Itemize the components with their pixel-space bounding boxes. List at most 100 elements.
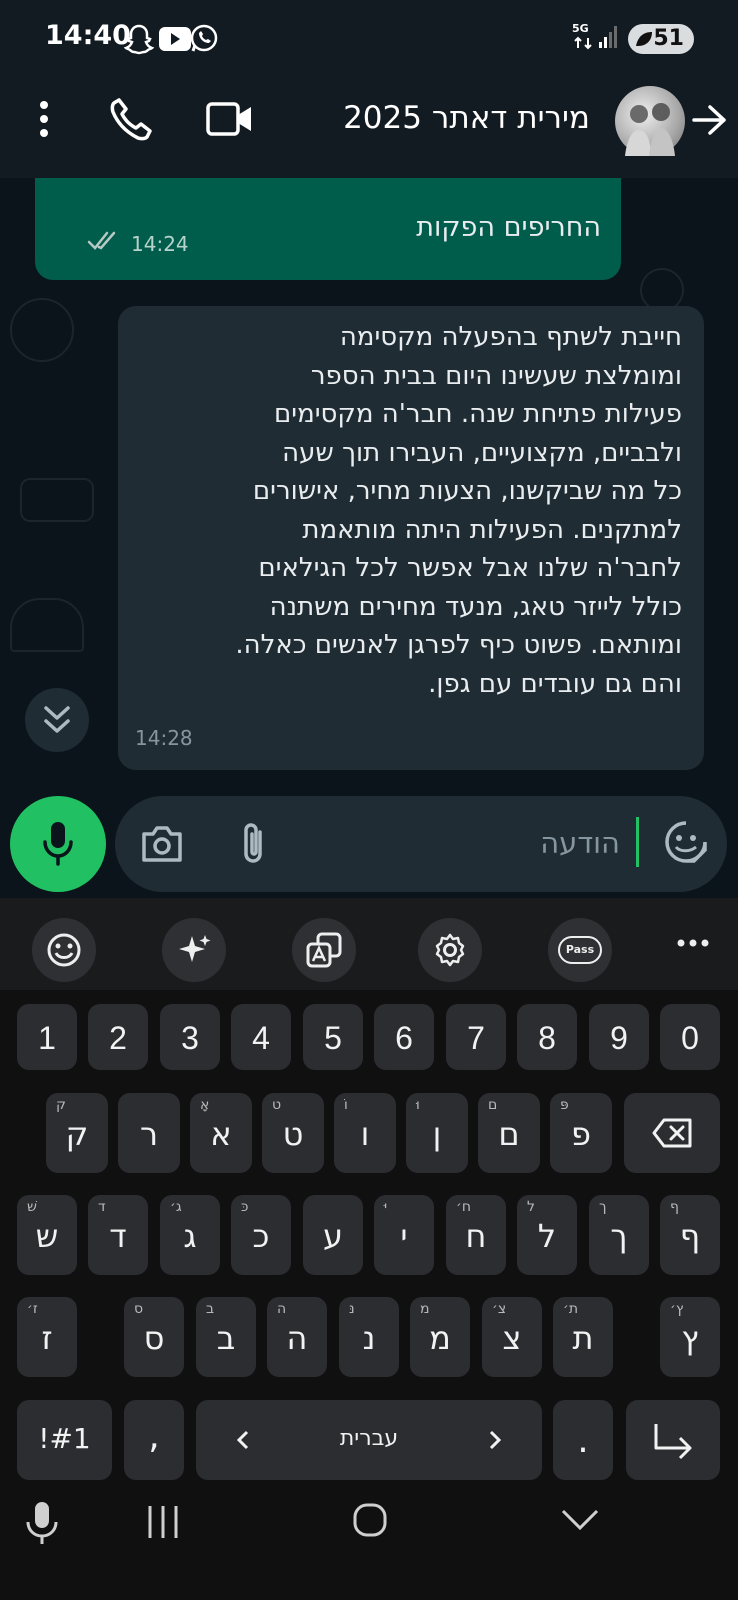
read-receipt-icon — [87, 231, 116, 250]
pass-label: Pass — [558, 936, 602, 964]
voice-call-icon[interactable] — [108, 96, 154, 142]
comma-key[interactable]: , — [124, 1400, 184, 1480]
double-chevron-down-icon — [44, 706, 70, 733]
key-yod[interactable]: יּ י — [374, 1195, 434, 1275]
leaf-icon — [636, 32, 652, 46]
battery-indicator: 51 — [628, 24, 694, 54]
message-line: ומומלצת שעשינו היום בבית הספר — [310, 360, 682, 391]
message-text: חייבת לשתף בהפעלה מקסימה ומומלצת שעשינו … — [122, 318, 682, 703]
translate-icon — [306, 932, 342, 968]
translate-button[interactable] — [292, 918, 356, 982]
scroll-to-bottom-button[interactable] — [25, 688, 89, 752]
key-0[interactable]: 0 — [660, 1004, 720, 1070]
symbols-key[interactable]: !#1 — [17, 1400, 112, 1480]
snapchat-icon — [123, 24, 155, 55]
incoming-message[interactable]: חייבת לשתף בהפעלה מקסימה ומומלצת שעשינו … — [118, 306, 704, 770]
recent-apps-icon[interactable] — [146, 1504, 180, 1540]
enter-icon — [654, 1424, 692, 1460]
key-6[interactable]: 6 — [374, 1004, 434, 1070]
key-final-mem[interactable]: םם — [478, 1093, 540, 1173]
network-5g-label: 5G — [572, 22, 589, 35]
message-line: חייבת לשתף בהפעלה מקסימה — [339, 322, 682, 352]
contact-name[interactable]: מירית דאתר 2025 — [343, 100, 590, 136]
key-nun[interactable]: נּ נ — [339, 1297, 399, 1377]
period-key[interactable]: . — [553, 1400, 613, 1480]
key-alef[interactable]: אָ א — [190, 1093, 252, 1173]
chevron-right-icon — [489, 1430, 502, 1450]
microphone-icon — [43, 822, 73, 866]
message-line: פעילות פתיחת שנה. חבר'ה מקסימים — [274, 399, 682, 429]
key-vav[interactable]: וֹ ו — [334, 1093, 396, 1173]
key-4[interactable]: 4 — [231, 1004, 291, 1070]
message-line: כל מה שביקשנו, הצעות מחיר, אישורים — [252, 476, 682, 506]
voice-input-icon[interactable] — [24, 1500, 60, 1546]
message-text: החריפים הפקות — [416, 212, 601, 243]
message-placeholder: הודעה — [540, 826, 620, 860]
toolbar-more-icon[interactable] — [676, 936, 710, 950]
key-8[interactable]: 8 — [517, 1004, 577, 1070]
enter-key[interactable] — [626, 1400, 720, 1480]
backspace-icon — [652, 1118, 692, 1148]
key-dalet[interactable]: דד — [88, 1195, 148, 1275]
back-arrow-icon[interactable] — [692, 104, 728, 136]
key-1[interactable]: 1 — [17, 1004, 77, 1070]
key-tav[interactable]: ת׳ ת — [553, 1297, 613, 1377]
hide-keyboard-icon[interactable] — [560, 1508, 600, 1532]
key-mem[interactable]: ממ — [410, 1297, 470, 1377]
key-zayin[interactable]: ז׳ ז — [17, 1297, 77, 1377]
chat-area[interactable]: החריפים הפקות 14:24 חייבת לשתף בהפעלה מק… — [0, 178, 738, 898]
key-final-nun[interactable]: וּ ן — [406, 1093, 468, 1173]
camera-icon[interactable] — [140, 824, 184, 864]
key-final-pe[interactable]: ףף — [660, 1195, 720, 1275]
key-resh[interactable]: ר — [118, 1093, 180, 1173]
home-icon[interactable] — [352, 1502, 388, 1538]
key-7[interactable]: 7 — [446, 1004, 506, 1070]
backspace-key[interactable] — [624, 1093, 720, 1173]
text-cursor — [636, 817, 639, 867]
key-9[interactable]: 9 — [589, 1004, 649, 1070]
video-call-icon[interactable] — [206, 100, 254, 138]
key-shin[interactable]: שׁ ש — [17, 1195, 77, 1275]
key-3[interactable]: 3 — [160, 1004, 220, 1070]
emoji-button[interactable] — [32, 918, 96, 982]
keyboard-toolbar — [0, 898, 738, 990]
key-he[interactable]: הה — [267, 1297, 327, 1377]
whatsapp-icon — [190, 24, 218, 52]
key-2[interactable]: 2 — [88, 1004, 148, 1070]
key-ayin[interactable]: ע — [303, 1195, 363, 1275]
sticker-icon[interactable] — [664, 820, 708, 864]
data-arrows-icon — [574, 36, 592, 50]
space-key[interactable]: עברית — [196, 1400, 542, 1480]
status-time: 14:40 — [45, 20, 131, 51]
contact-avatar[interactable] — [615, 86, 685, 156]
key-5[interactable]: 5 — [303, 1004, 363, 1070]
key-final-kaf[interactable]: ךך — [589, 1195, 649, 1275]
wallpaper-doodle — [10, 598, 84, 652]
key-bet[interactable]: בב — [196, 1297, 256, 1377]
avatar-photo — [625, 103, 675, 156]
message-line: לחבר'ה שלנו אבל אפשר לכל הגילאים — [258, 553, 682, 583]
key-het[interactable]: ח׳ ח — [446, 1195, 506, 1275]
voice-message-button[interactable] — [10, 796, 106, 892]
emoji-icon — [47, 933, 81, 967]
message-line: והם גם עובדים עם גפן. — [428, 668, 682, 699]
keyboard-settings-button[interactable] — [418, 918, 482, 982]
ai-tools-button[interactable] — [162, 918, 226, 982]
gear-icon — [435, 933, 465, 967]
key-gimel[interactable]: ג׳ ג — [160, 1195, 220, 1275]
key-tsadi[interactable]: צ׳ צ — [482, 1297, 542, 1377]
attach-icon[interactable] — [236, 820, 272, 868]
key-lamed[interactable]: לל — [517, 1195, 577, 1275]
samsung-pass-button[interactable]: Pass — [548, 918, 612, 982]
message-time: 14:28 — [135, 726, 193, 750]
sparkle-icon — [179, 935, 211, 962]
key-qof[interactable]: קק — [46, 1093, 108, 1173]
youtube-icon — [159, 27, 191, 51]
key-final-tsadi[interactable]: ץ׳ ץ — [660, 1297, 720, 1377]
key-pe[interactable]: פּ פ — [550, 1093, 612, 1173]
key-kaf[interactable]: כּ כ — [231, 1195, 291, 1275]
outgoing-message[interactable]: החריפים הפקות 14:24 — [35, 178, 621, 280]
more-options-icon[interactable] — [34, 98, 54, 140]
key-samekh[interactable]: סס — [124, 1297, 184, 1377]
key-tet[interactable]: טט — [262, 1093, 324, 1173]
